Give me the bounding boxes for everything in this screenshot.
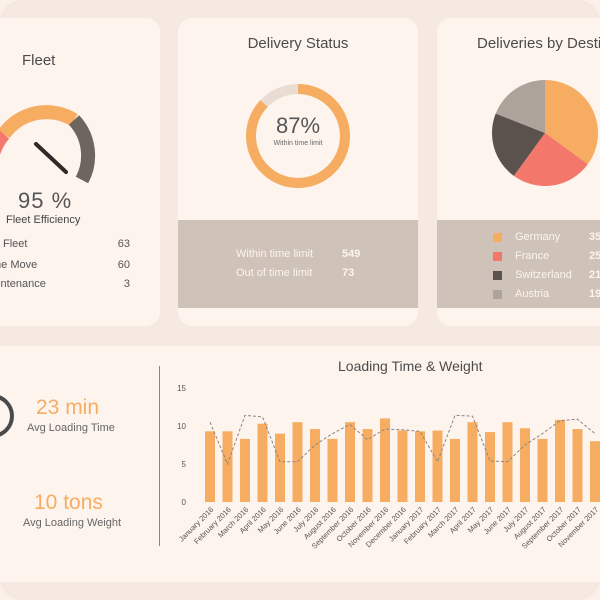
legend-label: Switzerland bbox=[515, 269, 572, 281]
status-row-label: Within time limit bbox=[236, 248, 314, 260]
loading-time-icon bbox=[0, 395, 14, 437]
fleet-row-value: 63 bbox=[117, 238, 130, 250]
bar bbox=[222, 431, 233, 502]
fleet-efficiency-label: Fleet Efficiency bbox=[6, 214, 81, 226]
delivery-status-card: Delivery Status 87% Within time limit Wi… bbox=[178, 18, 418, 326]
legend-swatch bbox=[493, 252, 502, 261]
bar bbox=[345, 422, 355, 502]
delivery-percent: 87% bbox=[275, 113, 321, 138]
legend-label: France bbox=[515, 250, 550, 262]
bar bbox=[327, 438, 338, 502]
legend-swatch bbox=[493, 290, 502, 299]
fleet-row-label: Fleet bbox=[3, 238, 28, 250]
bar bbox=[450, 438, 460, 502]
loading-card: 23 min Avg Loading Time 10 tons Avg Load… bbox=[0, 346, 600, 582]
bar bbox=[432, 430, 443, 502]
legend-swatch bbox=[493, 233, 502, 242]
avg-loading-time-label: Avg Loading Time bbox=[27, 422, 115, 434]
gauge-red-arc bbox=[0, 130, 10, 155]
gauge-orange-arc bbox=[0, 105, 78, 139]
fleet-row-value: 3 bbox=[123, 278, 130, 290]
legend-value: 25 bbox=[589, 250, 600, 262]
fleet-efficiency-value: 95 % bbox=[18, 188, 73, 213]
avg-loading-weight-label: Avg Loading Weight bbox=[23, 517, 122, 529]
legend-label: Germany bbox=[515, 231, 561, 243]
destinations-title: Deliveries by Destin bbox=[477, 35, 600, 52]
status-row-label: Out of time limit bbox=[236, 267, 313, 279]
fleet-card: Fleet 95 % Fleet Efficiency Fleet 63 me … bbox=[0, 18, 160, 326]
status-row: Within time limit 549 bbox=[236, 248, 360, 260]
destinations-pie bbox=[492, 80, 598, 186]
bar bbox=[555, 419, 565, 502]
destinations-card: Deliveries by Destin Germany 35 France 2… bbox=[437, 18, 600, 326]
legend-label: Austria bbox=[515, 288, 550, 300]
divider bbox=[159, 366, 160, 546]
bar bbox=[380, 418, 390, 502]
chart-title: Loading Time & Weight bbox=[338, 358, 483, 374]
status-row-value: 73 bbox=[342, 267, 355, 279]
bar bbox=[572, 429, 583, 502]
bar bbox=[257, 423, 268, 502]
avg-loading-weight-value: 10 tons bbox=[34, 491, 103, 514]
bar bbox=[362, 429, 373, 502]
gauge-needle bbox=[34, 142, 68, 174]
bar bbox=[397, 430, 408, 502]
legend-value: 21 bbox=[589, 269, 600, 281]
bar bbox=[415, 431, 425, 502]
bar bbox=[310, 429, 320, 502]
fleet-gauge bbox=[0, 105, 96, 184]
legend-value: 35 bbox=[589, 231, 600, 243]
legend-value: 19 bbox=[589, 288, 600, 300]
status-row: Out of time limit 73 bbox=[236, 267, 354, 279]
bar bbox=[537, 438, 548, 502]
bar bbox=[205, 431, 215, 502]
legend-swatch bbox=[493, 271, 502, 280]
delivery-percent-label: Within time limit bbox=[273, 140, 323, 147]
bar bbox=[275, 433, 285, 502]
bar bbox=[590, 441, 600, 502]
avg-loading-time-value: 23 min bbox=[36, 396, 100, 419]
y-tick-label: 0 bbox=[182, 498, 187, 507]
dashboard: Fleet 95 % Fleet Efficiency Fleet 63 me … bbox=[0, 0, 600, 600]
fleet-title: Fleet bbox=[22, 52, 56, 69]
fleet-row-label: aintenance bbox=[0, 278, 46, 290]
bar bbox=[240, 438, 250, 502]
delivery-status-title: Delivery Status bbox=[247, 35, 349, 52]
y-tick-label: 10 bbox=[177, 422, 186, 431]
y-tick-label: 15 bbox=[177, 384, 186, 393]
destinations-legend: Germany 35 France 25 Switzerland 21 Aust… bbox=[437, 220, 600, 308]
bar bbox=[520, 428, 530, 502]
loading-chart: 051015January 2016February 2016March 201… bbox=[177, 384, 600, 551]
fleet-row-value: 60 bbox=[117, 259, 130, 271]
gauge-dark-arc bbox=[68, 115, 96, 184]
delivery-status-table: Within time limit 549 Out of time limit … bbox=[178, 220, 418, 308]
status-row-value: 549 bbox=[342, 248, 361, 260]
fleet-row-label: me Move bbox=[0, 259, 38, 271]
y-tick-label: 5 bbox=[182, 460, 187, 469]
bar bbox=[485, 432, 495, 502]
bar bbox=[467, 422, 478, 502]
